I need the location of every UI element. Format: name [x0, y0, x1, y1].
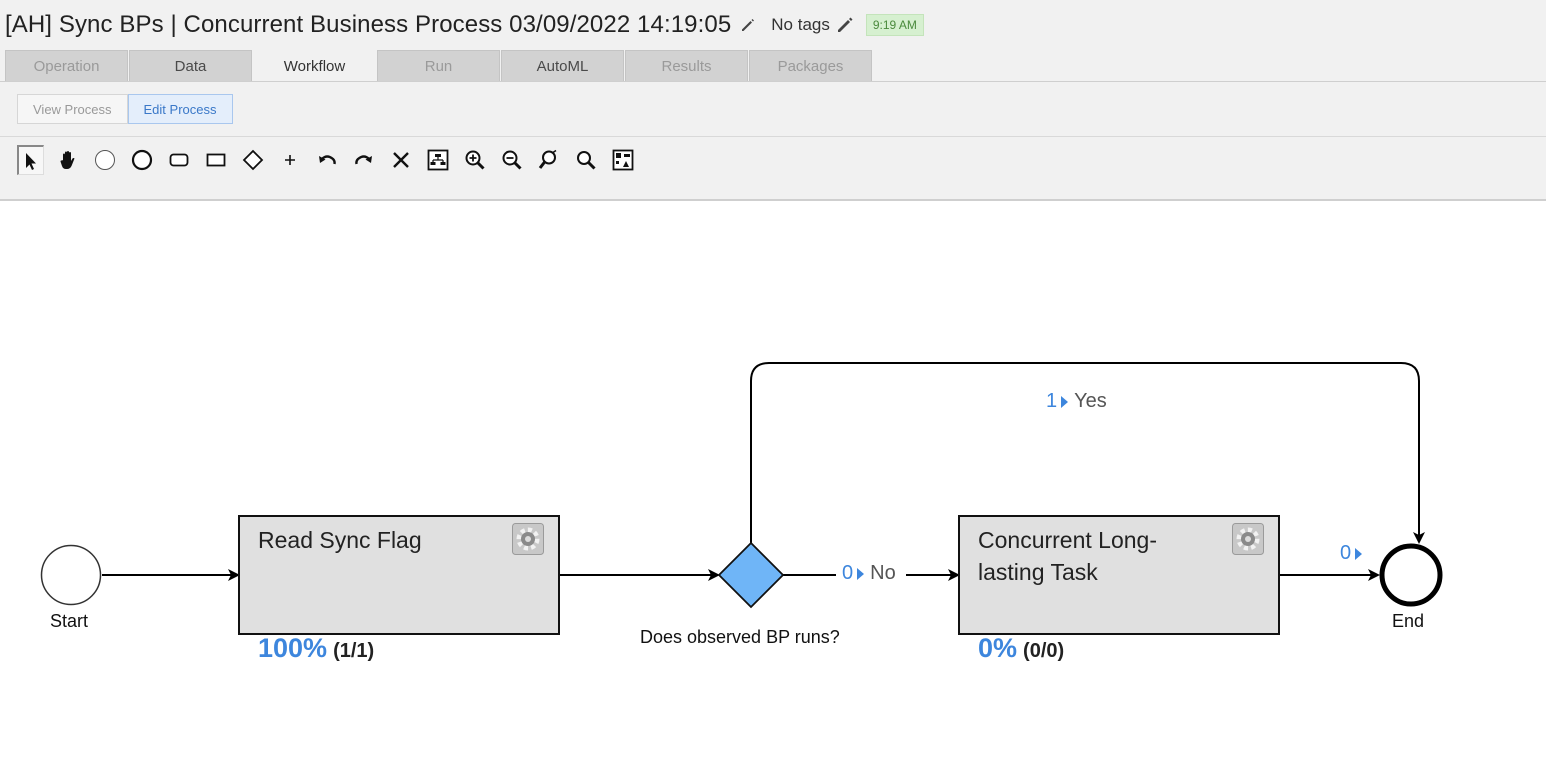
flow-end-arrow-icon — [1355, 547, 1363, 560]
zoom-in-icon[interactable] — [461, 145, 488, 175]
end-event-icon[interactable] — [128, 145, 155, 175]
task1-fraction: (1/1) — [333, 640, 375, 662]
rounded-task-icon[interactable] — [165, 145, 192, 175]
header-area: [AH] Sync BPs | Concurrent Business Proc… — [0, 0, 1546, 201]
hand-icon[interactable] — [54, 145, 81, 175]
flow-end-count: 0 — [1340, 542, 1352, 564]
title-row: [AH] Sync BPs | Concurrent Business Proc… — [5, 10, 924, 40]
page-title: [AH] Sync BPs | Concurrent Business Proc… — [5, 11, 732, 38]
start-event[interactable] — [40, 544, 102, 606]
flow-no-arrow-icon — [857, 567, 865, 580]
task1-settings-gear-icon[interactable] — [512, 523, 544, 555]
tab-bar: Operation Data Workflow Run AutoML Resul… — [5, 50, 873, 82]
overview-icon[interactable] — [609, 145, 636, 175]
zoom-reset-icon[interactable] — [535, 145, 562, 175]
mode-switch: View Process Edit Process — [17, 94, 233, 124]
tabs-divider — [0, 81, 1546, 82]
flow-yes-count: 1 — [1046, 390, 1058, 412]
undo-icon[interactable] — [313, 145, 340, 175]
zoom-fit-icon[interactable] — [572, 145, 599, 175]
redo-icon[interactable] — [350, 145, 377, 175]
start-label: Start — [50, 611, 89, 631]
task2-settings-gear-icon[interactable] — [1232, 523, 1264, 555]
process-canvas[interactable]: Read Sync Flag Concurrent Long-lasting T… — [0, 203, 1546, 762]
pointer-icon[interactable] — [17, 145, 44, 175]
flow-yes-arrow-icon — [1061, 395, 1069, 408]
end-label: End — [1392, 611, 1425, 631]
tab-automl[interactable]: AutoML — [501, 50, 624, 82]
tags-label: No tags — [771, 15, 830, 34]
flow-no-text: No — [870, 562, 896, 584]
task1-percent: 100% — [258, 633, 328, 663]
edit-process-button[interactable]: Edit Process — [127, 94, 233, 124]
edit-title-pencil-icon[interactable] — [739, 16, 757, 34]
tab-run[interactable]: Run — [377, 50, 500, 82]
diagram-toolbar — [17, 145, 646, 175]
flow-end-label[interactable]: 0 — [1340, 542, 1368, 565]
tab-operation[interactable]: Operation — [5, 50, 128, 82]
task2-fraction: (0/0) — [1023, 640, 1065, 662]
rectangle-icon[interactable] — [202, 145, 229, 175]
task1-progress: 100% (1/1) — [258, 633, 374, 664]
task2-progress: 0% (0/0) — [978, 633, 1064, 664]
flow-yes-label[interactable]: 1 Yes — [1046, 390, 1107, 413]
time-badge: 9:19 AM — [865, 14, 924, 36]
tab-workflow[interactable]: Workflow — [253, 50, 376, 82]
tab-data[interactable]: Data — [129, 50, 252, 82]
flow-no-label[interactable]: 0 No — [842, 562, 896, 585]
mode-divider — [0, 136, 1546, 137]
task2-title: Concurrent Long-lasting Task — [978, 527, 1157, 585]
task2-percent: 0% — [978, 633, 1018, 663]
tab-results[interactable]: Results — [625, 50, 748, 82]
flow-no-count: 0 — [842, 562, 854, 584]
flow-yes-text: Yes — [1074, 390, 1107, 412]
gateway-diamond[interactable] — [717, 541, 785, 609]
start-event-icon[interactable] — [91, 145, 118, 175]
process-diagram — [40, 362, 1443, 635]
tab-packages[interactable]: Packages — [749, 50, 872, 82]
gateway-diamond-icon[interactable] — [239, 145, 266, 175]
end-event[interactable] — [1379, 543, 1443, 607]
auto-layout-icon[interactable] — [424, 145, 451, 175]
edit-tags-pencil-icon[interactable] — [836, 16, 854, 34]
plus-icon[interactable] — [276, 145, 303, 175]
zoom-out-icon[interactable] — [498, 145, 525, 175]
gateway-label: Does observed BP runs? — [640, 627, 840, 647]
task1-title: Read Sync Flag — [258, 527, 422, 553]
delete-icon[interactable] — [387, 145, 414, 175]
view-process-button[interactable]: View Process — [17, 94, 128, 124]
